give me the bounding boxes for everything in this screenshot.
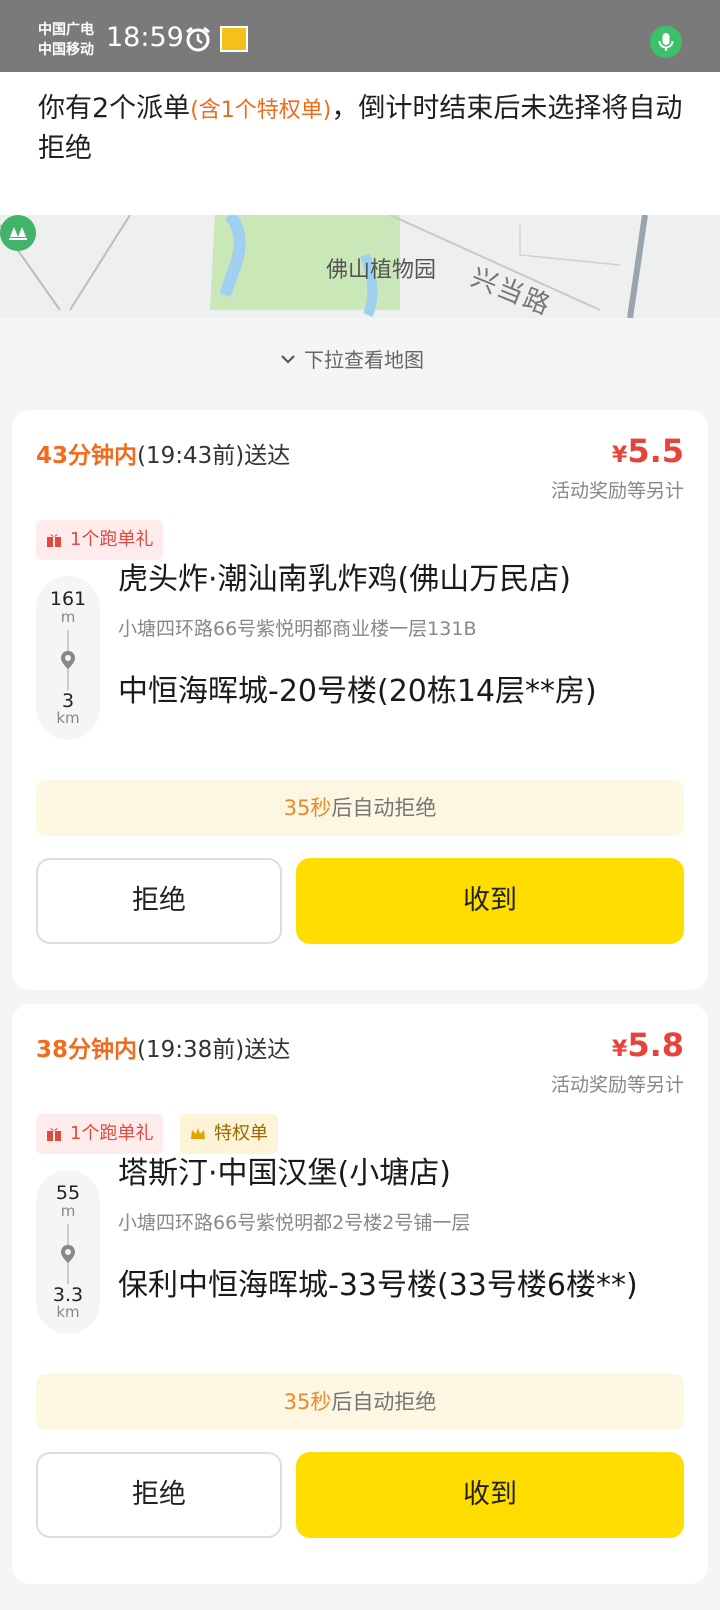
delivery-address: 保利中恒海晖城-33号楼(33号楼6楼**) [118,1268,638,1303]
gift-tag-label: 1个跑单礼 [70,1123,154,1144]
gift-tag: 1个跑单礼 [36,520,164,560]
map-preview[interactable]: 佛山植物园 兴当路 [0,215,720,318]
location-pin-icon [61,651,75,669]
carrier-1: 中国广电 [38,22,94,38]
delivery-eta: 38分钟内(19:38前)送达 [36,1030,290,1064]
eta-minutes: 43分钟内 [36,443,138,469]
distance-to-shop: 161 [49,588,87,610]
route-distance: 55 m 3.3 km [36,1170,100,1334]
price-note: 活动奖励等另计 [550,1074,684,1096]
reject-button[interactable]: 拒绝 [36,1452,282,1538]
accept-button[interactable]: 收到 [296,1452,684,1538]
distance-unit: m [60,608,76,626]
countdown-seconds: 35秒 [283,796,332,820]
distance-to-customer: 3 [61,690,75,712]
price-note: 活动奖励等另计 [550,480,684,502]
vip-tag-label: 特权单 [214,1123,268,1144]
accept-button[interactable]: 收到 [296,858,684,944]
auto-reject-countdown: 35秒后自动拒绝 [36,780,684,836]
map-poi-label: 佛山植物园 [326,258,437,283]
vip-tag: 特权单 [180,1114,278,1154]
eta-detail: (19:38前)送达 [137,1037,291,1063]
price-value: 5.8 [627,1026,684,1064]
order-card: 43分钟内(19:43前)送达 ¥5.5 活动奖励等另计 1个跑单礼 161 m… [12,410,708,990]
gift-icon [47,534,61,547]
status-bar: 中国广电 中国移动 18:59 [0,0,720,72]
distance-to-customer: 3.3 [52,1284,84,1306]
distance-unit: m [60,1202,76,1220]
order-card: 38分钟内(19:38前)送达 ¥5.8 活动奖励等另计 1个跑单礼 特权单 5… [12,1004,708,1584]
eta-minutes: 38分钟内 [36,1037,138,1063]
park-icon [0,215,36,251]
currency-symbol: ¥ [612,443,628,468]
distance-unit: km [56,709,80,727]
clock: 18:59 [106,22,184,53]
shop-name: 塔斯汀·中国汉堡(小塘店) [118,1156,451,1191]
currency-symbol: ¥ [612,1037,628,1062]
carrier-info: 中国广电 中国移动 [38,20,94,60]
delivery-eta: 43分钟内(19:43前)送达 [36,436,290,470]
countdown-label: 后自动拒绝 [331,1390,437,1414]
distance-to-shop: 55 [55,1182,81,1204]
shop-name: 虎头炸·潮汕南乳炸鸡(佛山万民店) [118,562,571,597]
shop-address: 小塘四环路66号紫悦明都2号楼2号铺一层 [118,1212,471,1234]
reject-button[interactable]: 拒绝 [36,858,282,944]
shop-address: 小塘四环路66号紫悦明都商业楼一层131B [118,618,477,640]
distance-unit: km [56,1303,80,1321]
chevron-down-icon [281,354,295,364]
countdown-label: 后自动拒绝 [331,796,437,820]
dispatch-notice: 你有2个派单(含1个特权单)，倒计时结束后未选择将自动拒绝 [0,72,720,215]
gift-icon [47,1128,61,1141]
gift-tag: 1个跑单礼 [36,1114,164,1154]
location-pin-icon [61,1245,75,1263]
notice-highlight: (含1个特权单) [190,98,332,123]
crown-icon [191,1128,205,1139]
alarm-icon [186,26,210,52]
price-value: 5.5 [627,432,684,470]
microphone-icon[interactable] [650,26,682,58]
delivery-address: 中恒海晖城-20号楼(20栋14层**房) [118,674,597,709]
route-distance: 161 m 3 km [36,576,100,740]
eta-detail: (19:43前)送达 [137,443,291,469]
carrier-2: 中国移动 [38,42,94,58]
order-price: ¥5.5 [612,432,684,470]
countdown-seconds: 35秒 [283,1390,332,1414]
app-notification-icon [220,26,248,52]
notice-text: 你有2个派单 [38,93,191,124]
auto-reject-countdown: 35秒后自动拒绝 [36,1374,684,1430]
pull-hint-label: 下拉查看地图 [304,348,424,372]
gift-tag-label: 1个跑单礼 [70,529,154,550]
pull-down-map-hint[interactable]: 下拉查看地图 [278,344,424,373]
order-price: ¥5.8 [612,1026,684,1064]
